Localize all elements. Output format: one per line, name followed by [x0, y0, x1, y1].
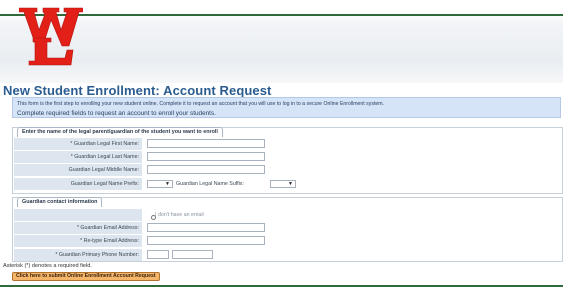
no-email-label: I don't have an email: [155, 212, 204, 218]
info-box: This form is the first step to enrolling…: [12, 97, 561, 118]
prefix-select[interactable]: ▼: [147, 180, 173, 188]
no-email-row: I don't have an email: [14, 209, 561, 222]
retype-email-label: * Re-type Email Address:: [14, 235, 142, 247]
school-logo: [19, 7, 83, 66]
middle-name-field[interactable]: [147, 165, 265, 174]
middle-name-label: Guardian Legal Middle Name:: [14, 164, 142, 176]
middle-name-row: Guardian Legal Middle Name:: [14, 164, 561, 177]
no-email-label-cell: [14, 209, 142, 221]
first-name-field[interactable]: [147, 139, 265, 148]
phone-row: * Guardian Primary Phone Number:: [14, 249, 561, 262]
footer-rule: [0, 285, 563, 287]
phone-field-part2[interactable]: [172, 250, 213, 259]
last-name-row: * Guardian Legal Last Name:: [14, 151, 561, 164]
info-text-primary: This form is the first step to enrolling…: [17, 101, 385, 107]
prefix-label: Guardian Legal Name Prefix:: [14, 178, 142, 190]
phone-label: * Guardian Primary Phone Number:: [14, 249, 142, 261]
suffix-select[interactable]: ▼: [270, 180, 296, 188]
last-name-label: * Guardian Legal Last Name:: [14, 151, 142, 163]
email-row: * Guardian Email Address:: [14, 222, 561, 235]
first-name-row: * Guardian Legal First Name:: [14, 138, 561, 151]
retype-email-field[interactable]: [147, 236, 265, 245]
header-band: [0, 0, 563, 83]
email-field[interactable]: [147, 223, 265, 232]
submit-request-button[interactable]: Click here to submit Online Enrollment A…: [12, 272, 160, 281]
contact-panel-tab: Guardian contact information: [17, 197, 103, 207]
header-rule: [0, 14, 563, 16]
info-text-secondary: Complete required fields to request an a…: [17, 110, 216, 117]
page-title: New Student Enrollment: Account Request: [3, 83, 272, 98]
email-label: * Guardian Email Address:: [14, 222, 142, 234]
guardian-name-panel: Enter the name of the legal parent/guard…: [12, 127, 563, 194]
chevron-down-icon: ▼: [165, 181, 170, 187]
guardian-name-panel-tab: Enter the name of the legal parent/guard…: [17, 127, 223, 137]
retype-email-row: * Re-type Email Address:: [14, 235, 561, 248]
last-name-field[interactable]: [147, 152, 265, 161]
first-name-label: * Guardian Legal First Name:: [14, 138, 142, 150]
suffix-label: Guardian Legal Name Suffix:: [176, 181, 244, 187]
required-field-note: Asterisk (*) denotes a required field.: [3, 263, 92, 269]
contact-panel: Guardian contact information I don't hav…: [12, 197, 563, 262]
phone-field-part1[interactable]: [147, 250, 169, 259]
chevron-down-icon: ▼: [288, 181, 293, 187]
prefix-suffix-row: Guardian Legal Name Prefix: ▼ Guardian L…: [14, 178, 561, 191]
